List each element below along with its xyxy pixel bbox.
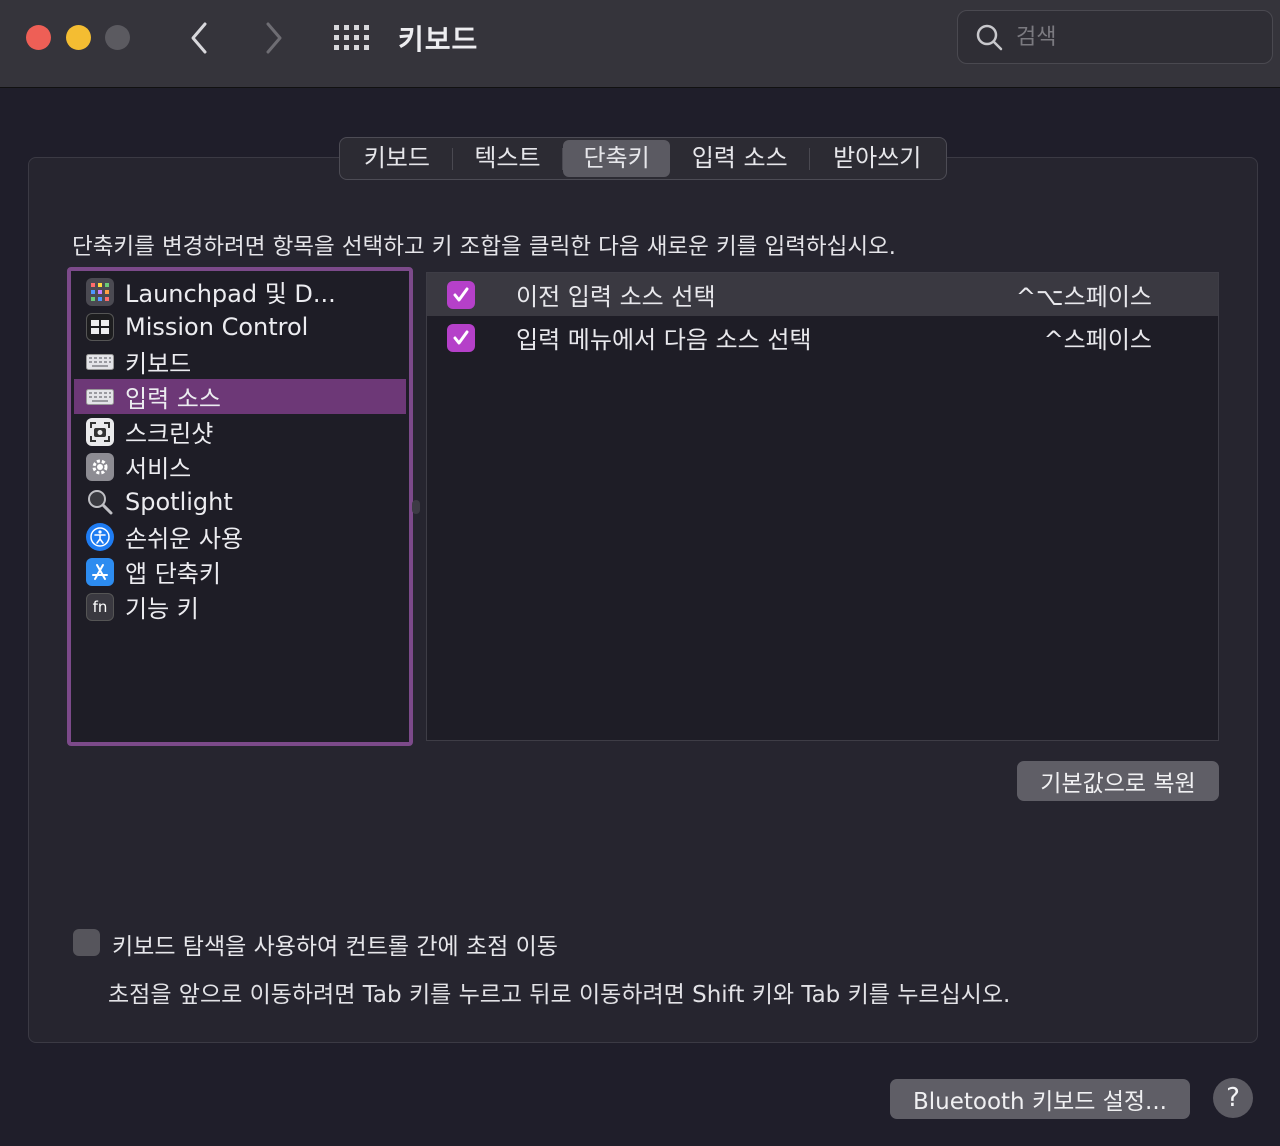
minimize-window-button[interactable] <box>66 25 91 50</box>
shortcut-label: 이전 입력 소스 선택 <box>516 283 716 311</box>
shortcut-checkbox[interactable] <box>447 281 475 309</box>
tab-shortcuts[interactable]: 단축키 <box>563 140 670 177</box>
grid-icon <box>334 25 369 50</box>
category-label: 손쉬운 사용 <box>125 525 244 553</box>
help-button[interactable]: ? <box>1213 1078 1253 1118</box>
accessibility-icon <box>86 522 114 551</box>
shortcuts-table[interactable]: 이전 입력 소스 선택 ^⌥스페이스 입력 메뉴에서 다음 소스 선택 ^스페이… <box>426 272 1219 741</box>
zoom-window-button[interactable] <box>105 25 130 50</box>
bluetooth-keyboard-setup-button[interactable]: Bluetooth 키보드 설정... <box>890 1079 1190 1119</box>
category-label: 서비스 <box>125 455 192 483</box>
mission-control-icon <box>86 312 114 341</box>
tab-keyboard[interactable]: 키보드 <box>342 140 452 177</box>
chevron-right-icon <box>266 22 282 54</box>
shortcut-checkbox[interactable] <box>447 324 475 352</box>
restore-defaults-button[interactable]: 기본값으로 복원 <box>1017 761 1219 801</box>
shortcut-keys[interactable]: ^⌥스페이스 <box>1016 277 1152 312</box>
category-label: Launchpad 및 D... <box>125 280 336 308</box>
magnifier-icon <box>86 488 114 516</box>
search-icon <box>976 24 1003 51</box>
app-store-icon <box>86 557 114 586</box>
category-spotlight[interactable]: Spotlight <box>74 484 406 519</box>
tab-dictation[interactable]: 받아쓰기 <box>810 140 944 177</box>
tab-input-sources[interactable]: 입력 소스 <box>670 140 810 177</box>
tab-text[interactable]: 텍스트 <box>453 140 563 177</box>
fn-icon: fn <box>86 592 114 621</box>
category-label: 앱 단축키 <box>125 560 221 588</box>
keyboard-navigation-help: 초점을 앞으로 이동하려면 Tab 키를 누르고 뒤로 이동하려면 Shift … <box>108 982 1011 1008</box>
category-label: 기능 키 <box>125 595 199 623</box>
back-button[interactable] <box>185 20 215 56</box>
category-label: 스크린샷 <box>125 420 214 448</box>
category-mission-control[interactable]: Mission Control <box>74 309 406 344</box>
shortcut-keys[interactable]: ^스페이스 <box>1044 320 1152 355</box>
category-label: Spotlight <box>125 487 233 516</box>
category-label: 키보드 <box>125 350 192 378</box>
keyboard-navigation-checkbox[interactable] <box>73 929 100 956</box>
search-input[interactable] <box>1016 19 1256 55</box>
category-function-keys[interactable]: fn 기능 키 <box>74 589 406 624</box>
shortcut-label: 입력 메뉴에서 다음 소스 선택 <box>516 326 812 354</box>
tab-bar: 키보드 텍스트 단축키 입력 소스 받아쓰기 <box>339 137 947 180</box>
close-window-button[interactable] <box>26 25 51 50</box>
checkmark-icon <box>453 330 469 345</box>
chevron-left-icon <box>191 22 207 54</box>
keyboard-icon <box>86 348 114 376</box>
forward-button[interactable] <box>258 20 288 56</box>
category-keyboard[interactable]: 키보드 <box>74 344 406 379</box>
window-title: 키보드 <box>398 23 479 56</box>
category-launchpad[interactable]: Launchpad 및 D... <box>74 274 406 309</box>
category-accessibility[interactable]: 손쉬운 사용 <box>74 519 406 554</box>
category-app-shortcuts[interactable]: 앱 단축키 <box>74 554 406 589</box>
category-input-sources[interactable]: 입력 소스 <box>74 379 406 414</box>
show-all-button[interactable] <box>333 24 371 52</box>
category-services[interactable]: 서비스 <box>74 449 406 484</box>
split-handle[interactable] <box>412 500 420 514</box>
category-list[interactable]: Launchpad 및 D... Mission Control 키보드 입력 … <box>67 267 413 746</box>
instruction-text: 단축키를 변경하려면 항목을 선택하고 키 조합을 클릭한 다음 새로운 키를 … <box>72 234 896 260</box>
keyboard-navigation-label: 키보드 탐색을 사용하여 컨트롤 간에 초점 이동 <box>112 934 558 960</box>
keyboard-icon <box>86 383 114 411</box>
search-field[interactable] <box>957 10 1273 64</box>
category-screenshots[interactable]: 스크린샷 <box>74 414 406 449</box>
shortcut-row[interactable]: 입력 메뉴에서 다음 소스 선택 ^스페이스 <box>427 316 1218 359</box>
checkmark-icon <box>453 287 469 302</box>
title-bar: 키보드 <box>0 0 1280 88</box>
shortcut-row[interactable]: 이전 입력 소스 선택 ^⌥스페이스 <box>427 273 1218 316</box>
gear-icon <box>86 452 114 481</box>
screenshot-icon <box>86 417 114 446</box>
category-label: Mission Control <box>125 312 309 341</box>
category-label: 입력 소스 <box>125 385 221 413</box>
launchpad-icon <box>86 277 114 306</box>
